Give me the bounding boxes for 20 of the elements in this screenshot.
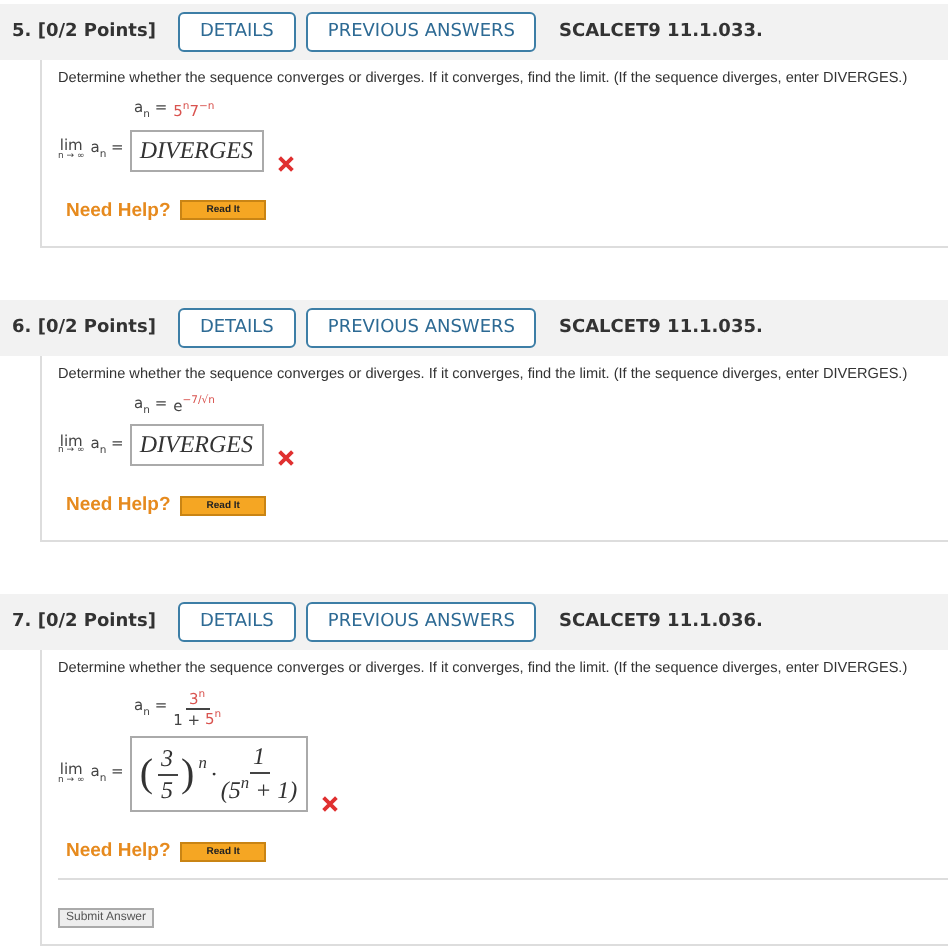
question-points: 6. [0/2 Points] [12,317,156,337]
question-code: SCALCET9 11.1.035. [558,317,763,337]
previous-answers-button[interactable]: PREVIOUS ANSWERS [305,307,537,347]
previous-answers-button[interactable]: PREVIOUS ANSWERS [305,12,537,52]
need-help-label: Need Help? [66,840,171,862]
previous-answers-button[interactable]: PREVIOUS ANSWERS [305,602,537,642]
parenthesis: ) [181,751,195,797]
question-points: 7. [0/2 Points] [12,612,156,632]
question-code: SCALCET9 11.1.036. [558,612,763,632]
need-help-label: Need Help? [66,494,171,516]
parenthesis: ( [139,751,154,797]
question-points: 5. [0/2 Points] [12,22,156,42]
details-button[interactable]: DETAILS [177,307,296,347]
answer-field[interactable]: DIVERGES [129,129,263,171]
formula-term: −7/√n [182,396,215,411]
details-button[interactable]: DETAILS [177,602,296,642]
answer-field[interactable]: DIVERGES [129,424,263,466]
details-button[interactable]: DETAILS [177,12,296,52]
question-code: SCALCET9 11.1.033. [558,22,763,42]
need-help-label: Need Help? [66,199,171,221]
